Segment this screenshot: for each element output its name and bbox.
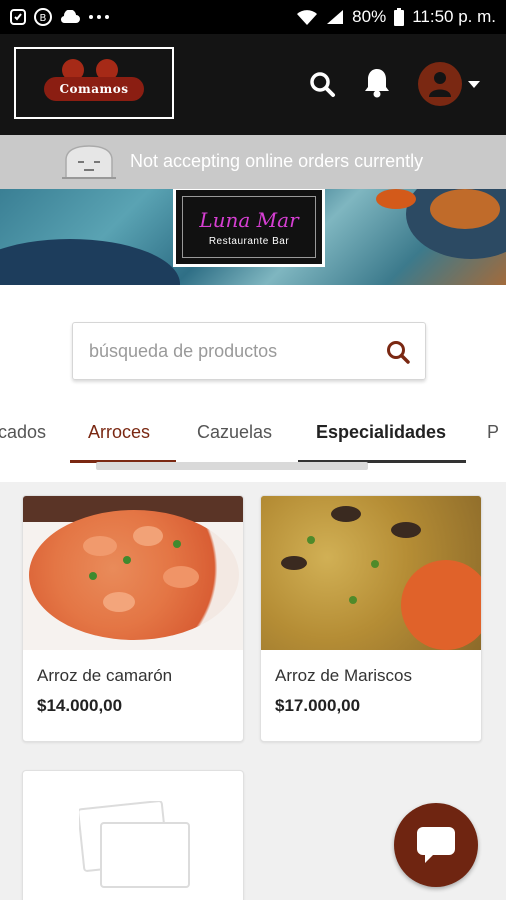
shrimp-shape: [163, 566, 199, 588]
mussel-shape: [391, 522, 421, 538]
product-image: [23, 496, 243, 650]
search-icon: [387, 341, 410, 364]
orders-notice-banner: Not accepting online orders currently: [0, 135, 506, 189]
more-dots-icon: [88, 14, 110, 20]
search-submit-button[interactable]: [385, 339, 411, 365]
herb-shape: [89, 572, 97, 580]
user-icon: [429, 72, 451, 97]
chevron-down-icon: [468, 80, 480, 88]
herb-shape: [173, 540, 181, 548]
product-name: Arroz de Mariscos: [275, 666, 412, 685]
product-image: [261, 496, 481, 650]
tab-especialidades[interactable]: Especialidades: [316, 422, 446, 443]
search-input[interactable]: [89, 340, 359, 362]
app-logo[interactable]: Comamos: [14, 47, 174, 119]
tab-mariscos[interactable]: cados: [0, 422, 46, 443]
mussel-shape: [331, 506, 361, 522]
restaurant-subtitle: Restaurante Bar: [208, 235, 290, 247]
search-icon: [310, 72, 335, 97]
notice-text: Not accepting online orders currently: [130, 151, 424, 171]
product-name: Arroz de camarón: [37, 666, 173, 685]
restaurant-hero: Luna Mar Restaurante Bar: [0, 189, 506, 285]
tab-cazuelas[interactable]: Cazuelas: [197, 422, 272, 443]
app-b-icon: B: [34, 8, 52, 26]
avatar: [418, 62, 462, 106]
battery-percent: 80%: [352, 7, 387, 26]
tab-next[interactable]: P: [487, 422, 499, 443]
status-bar: B 80% 11:50 p. m.: [0, 0, 506, 34]
profile-menu-button[interactable]: [416, 61, 482, 107]
battery-icon: [394, 8, 405, 26]
hero-food-2: [376, 189, 416, 209]
shrimp-shape: [133, 526, 163, 546]
notifications-button[interactable]: [360, 64, 394, 102]
shrimp-shape: [103, 592, 135, 612]
notification-icon: [10, 9, 26, 25]
product-card[interactable]: Arroz de Mariscos $17.000,00: [260, 495, 482, 742]
status-right: 80% 11:50 p. m.: [296, 7, 496, 27]
hero-food: [430, 189, 500, 229]
tab-arroces[interactable]: Arroces: [88, 422, 150, 443]
app-header: Comamos: [0, 34, 506, 135]
restaurant-logo-inner: Luna Mar Restaurante Bar: [182, 196, 316, 258]
header-search-button[interactable]: [304, 66, 340, 102]
status-left: B: [10, 8, 110, 26]
clock: 11:50 p. m.: [412, 7, 496, 26]
herb-shape: [349, 596, 357, 604]
tabs-scrollbar[interactable]: [96, 462, 368, 470]
image-placeholder-icon: [79, 801, 190, 888]
herb-shape: [307, 536, 315, 544]
herb-shape: [371, 560, 379, 568]
cloud-icon: [60, 10, 80, 24]
product-price: $14.000,00: [37, 696, 123, 715]
hero-plate-left: [0, 239, 180, 285]
shrimp-shape: [83, 536, 117, 556]
lobster-shape: [401, 560, 481, 650]
product-card[interactable]: Arroz de camarón $14.000,00: [22, 495, 244, 742]
product-card-placeholder[interactable]: [22, 770, 244, 900]
chat-button[interactable]: [394, 803, 478, 887]
category-tabs: cados Arroces Cazuelas Especialidades P: [0, 408, 506, 464]
wifi-icon: [296, 9, 318, 25]
svg-text:B: B: [40, 13, 47, 24]
logo-mark: Comamos: [44, 57, 144, 109]
mussel-shape: [281, 556, 307, 570]
herb-shape: [123, 556, 131, 564]
product-price: $17.000,00: [275, 696, 361, 715]
product-search: [72, 322, 426, 380]
image-plate: [29, 510, 239, 640]
restaurant-logo: Luna Mar Restaurante Bar: [173, 189, 325, 267]
chat-icon: [417, 827, 455, 863]
logo-text: Comamos: [44, 77, 144, 101]
closed-store-icon: [62, 145, 116, 179]
bell-icon: [365, 69, 389, 98]
restaurant-name: Luna Mar: [199, 207, 299, 232]
signal-icon: [326, 9, 344, 25]
